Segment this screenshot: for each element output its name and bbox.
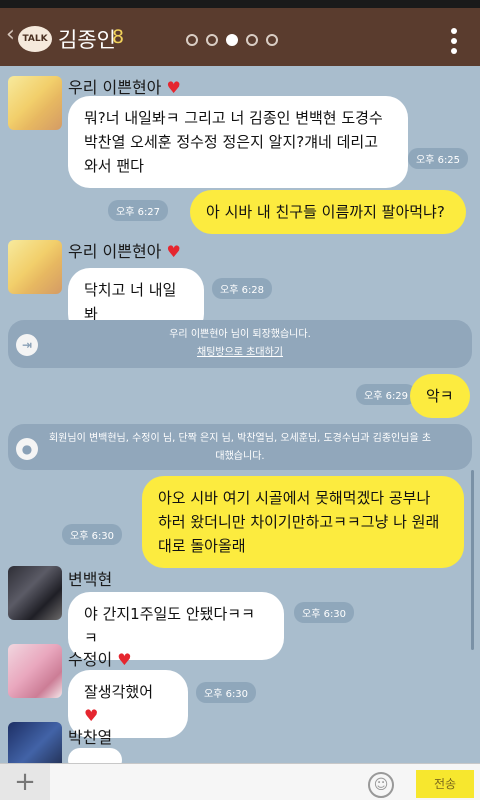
user-icon: ●	[16, 438, 38, 460]
sender-name: 변백현	[68, 570, 113, 589]
avatar[interactable]	[8, 566, 62, 620]
page-dot	[266, 34, 278, 46]
status-bar	[0, 0, 480, 8]
smile-icon[interactable]: ☺	[368, 772, 394, 798]
message-time: 오후 6:30	[196, 682, 257, 703]
page-dot	[186, 34, 198, 46]
message-time: 오후 6:28	[212, 278, 273, 299]
avatar[interactable]	[8, 76, 62, 130]
heart-icon: ♥	[84, 706, 99, 725]
sender-name: 우리 이쁜현아 ♥	[68, 78, 181, 97]
avatar[interactable]	[8, 722, 62, 766]
message-time: 오후 6:30	[294, 602, 355, 623]
invite-link[interactable]: 채팅방으로 초대하기	[48, 344, 432, 362]
scrollbar[interactable]	[471, 470, 474, 650]
page-dot	[246, 34, 258, 46]
talk-logo: TALK	[18, 26, 52, 52]
chat-title: 김종인	[58, 28, 116, 52]
message-time: 오후 6:27	[108, 200, 169, 221]
page-indicator	[186, 34, 278, 46]
input-bar: + ☺ 전송	[0, 763, 480, 800]
message-time: 오후 6:29	[356, 384, 417, 405]
page-dot-active	[226, 34, 238, 46]
more-vertical-icon[interactable]	[450, 28, 458, 54]
sender-name: 우리 이쁜현아 ♥	[68, 242, 181, 261]
chevron-left-icon[interactable]: ‹	[6, 22, 15, 47]
chat-header: ‹ TALK 김종인 8	[0, 8, 480, 66]
heart-icon: ♥	[166, 78, 181, 97]
message-time: 오후 6:25	[408, 148, 469, 169]
chat-area: 우리 이쁜현아 ♥ 뭐?너 내일봐ㅋ 그리고 너 김종인 변백현 도경수 박찬열…	[0, 66, 480, 766]
heart-icon: ♥	[117, 650, 132, 669]
exit-icon: ⇥	[16, 334, 38, 356]
avatar[interactable]	[8, 240, 62, 294]
message-time: 오후 6:30	[62, 524, 123, 545]
notice-text: 회원님이 변백현님, 수정이 님, 단짝 은지 님, 박찬열님, 오세훈님, 도…	[48, 433, 432, 462]
sender-name: 수정이 ♥	[68, 650, 132, 669]
send-button[interactable]: 전송	[416, 770, 474, 798]
system-notice: ⇥ 우리 이쁜현아 님이 퇴장했습니다. 채팅방으로 초대하기	[8, 320, 472, 368]
avatar[interactable]	[8, 644, 62, 698]
message-bubble-mine: 아 시바 내 친구들 이름까지 팔아먹냐?	[190, 190, 466, 234]
message-bubble-mine: 아오 시바 여기 시골에서 못해먹겠다 공부나 하러 왔더니만 차이기만하고ㅋㅋ…	[142, 476, 464, 568]
notice-text: 우리 이쁜현아 님이 퇴장했습니다.	[169, 329, 311, 340]
message-bubble: 뭐?너 내일봐ㅋ 그리고 너 김종인 변백현 도경수 박찬열 오세훈 정수정 정…	[68, 96, 408, 188]
page-dot	[206, 34, 218, 46]
attach-button[interactable]: +	[0, 764, 50, 800]
system-notice: ● 회원님이 변백현님, 수정이 님, 단짝 은지 님, 박찬열님, 오세훈님,…	[8, 424, 472, 470]
message-input[interactable]	[58, 772, 362, 798]
sender-name: 박찬열	[68, 728, 113, 747]
message-bubble-mine: 악ㅋ	[410, 374, 470, 418]
heart-icon: ♥	[166, 242, 181, 261]
member-count: 8	[112, 26, 125, 48]
